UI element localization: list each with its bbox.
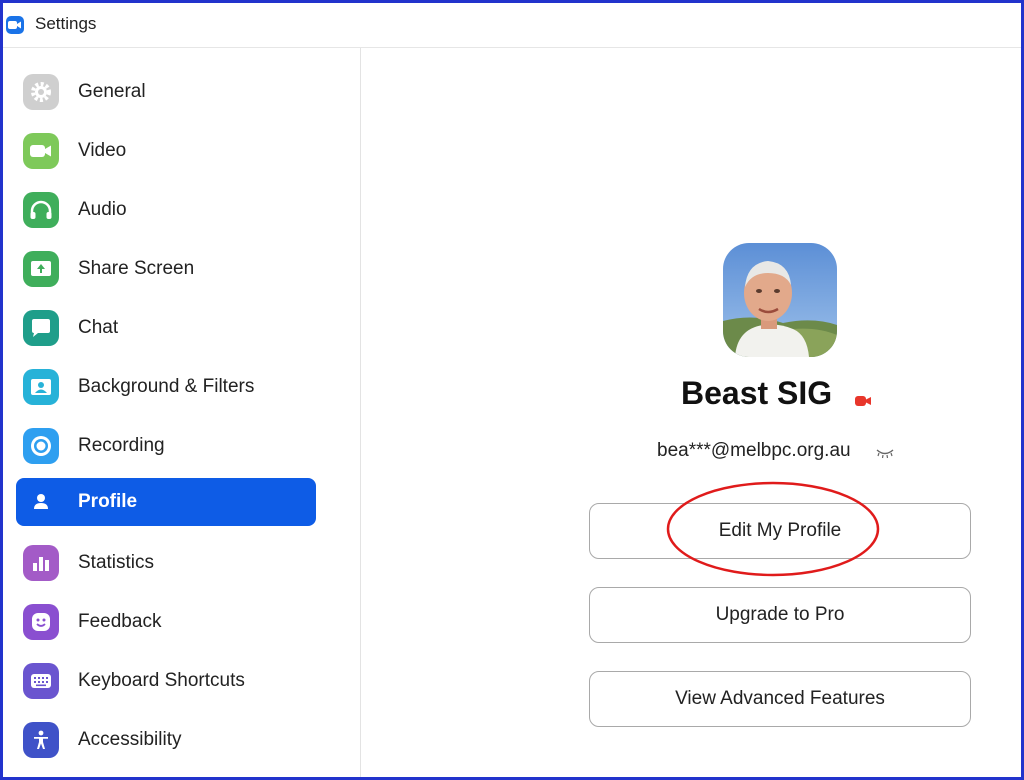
background-icon [23,369,59,405]
share-screen-icon [23,251,59,287]
sidebar-item-chat[interactable]: Chat [16,304,316,352]
recording-badge-icon [855,394,873,412]
person-icon [23,484,59,520]
sidebar-item-audio[interactable]: Audio [16,186,316,234]
sidebar-item-background-filters[interactable]: Background & Filters [16,363,316,411]
sidebar-item-label: Video [78,140,127,161]
sidebar-item-general[interactable]: General [16,68,316,116]
view-advanced-features-button[interactable]: View Advanced Features [589,671,971,727]
feedback-icon [23,604,59,640]
sidebar-item-label: Background & Filters [78,376,255,397]
highlight-ellipse-annotation [666,481,880,577]
profile-panel: Beast SIG bea***@melbpc.org.au Edit My P… [361,48,1021,777]
sidebar-item-keyboard-shortcuts[interactable]: Keyboard Shortcuts [16,657,316,705]
sidebar-item-label: Audio [78,199,127,220]
sidebar-item-label: Share Screen [78,258,195,279]
upgrade-to-pro-button[interactable]: Upgrade to Pro [589,587,971,643]
sidebar-item-accessibility[interactable]: Accessibility [16,716,316,764]
sidebar-item-feedback[interactable]: Feedback [16,598,316,646]
sidebar-item-video[interactable]: Video [16,127,316,175]
sidebar-item-profile[interactable]: Profile [16,478,316,526]
settings-sidebar: General Video Audio Share Screen Chat Ba… [3,48,361,777]
sidebar-item-share-screen[interactable]: Share Screen [16,245,316,293]
title-bar: Settings [3,3,1021,48]
settings-window: Settings General Video Audio Share Scree… [0,0,1024,780]
window-title: Settings [35,14,97,33]
sidebar-item-recording[interactable]: Recording [16,422,316,470]
profile-name: Beast SIG [681,375,833,411]
statistics-icon [23,545,59,581]
accessibility-icon [23,722,59,758]
profile-email: bea***@melbpc.org.au [657,440,851,461]
zoom-app-icon [6,16,24,34]
avatar[interactable] [723,243,837,357]
chat-icon [23,310,59,346]
sidebar-item-label: Accessibility [78,729,182,750]
video-icon [23,133,59,169]
show-email-icon[interactable] [875,446,895,464]
recording-icon [23,428,59,464]
gear-icon [23,74,59,110]
sidebar-item-label: Statistics [78,552,155,573]
sidebar-item-label: Feedback [78,611,162,632]
headphones-icon [23,192,59,228]
sidebar-item-label: Recording [78,435,165,456]
sidebar-item-label: Profile [78,491,138,512]
keyboard-icon [23,663,59,699]
sidebar-item-label: Chat [78,317,119,338]
sidebar-item-statistics[interactable]: Statistics [16,539,316,587]
sidebar-item-label: General [78,81,146,102]
sidebar-item-label: Keyboard Shortcuts [78,670,245,691]
